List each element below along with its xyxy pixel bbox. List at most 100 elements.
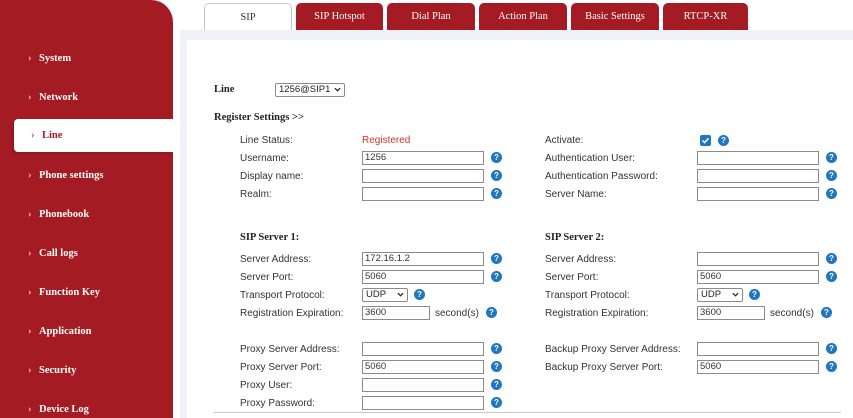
chevron-right-icon: › — [28, 248, 32, 259]
chevron-down-icon — [334, 87, 341, 92]
username-field[interactable]: 1256 — [362, 151, 484, 165]
sidebar-item-label: Line — [42, 130, 63, 141]
sidebar-item-phonebook[interactable]: › Phonebook — [0, 198, 173, 231]
sidebar-item-label: System — [39, 53, 72, 64]
tab-label: Action Plan — [498, 11, 548, 22]
help-icon[interactable]: ? — [749, 289, 760, 300]
tab-sip[interactable]: SIP — [204, 3, 292, 30]
proxy-password-field[interactable] — [362, 396, 484, 410]
sidebar-item-call-logs[interactable]: › Call logs — [0, 237, 173, 270]
sidebar-item-system[interactable]: › System — [0, 42, 173, 75]
tab-rtcp-xr[interactable]: RTCP-XR — [663, 3, 748, 30]
activate-label: Activate: — [545, 135, 584, 146]
help-icon[interactable]: ? — [486, 307, 497, 318]
sidebar-item-function-key[interactable]: › Function Key — [0, 276, 173, 309]
help-icon[interactable]: ? — [826, 253, 837, 264]
server-2-expiration-label: Registration Expiration: — [545, 308, 649, 319]
server-2-transport-label: Transport Protocol: — [545, 290, 630, 301]
server-2-address-label: Server Address: — [545, 254, 617, 265]
chevron-right-icon: › — [28, 287, 32, 298]
server-2-port-field[interactable]: 5060 — [697, 270, 819, 284]
help-icon[interactable]: ? — [826, 188, 837, 199]
activate-checkbox[interactable] — [700, 135, 711, 146]
proxy-port-field[interactable]: 5060 — [362, 360, 484, 374]
line-status-value: Registered — [362, 135, 411, 146]
line-label: Line — [214, 84, 235, 95]
tab-dial-plan[interactable]: Dial Plan — [387, 3, 475, 30]
help-icon[interactable]: ? — [826, 170, 837, 181]
chevron-down-icon — [732, 292, 739, 297]
chevron-right-icon: › — [28, 326, 32, 337]
help-icon[interactable]: ? — [491, 397, 502, 408]
server-2-address-field[interactable] — [697, 252, 819, 266]
sidebar-item-label: Device Log — [39, 404, 89, 415]
server-2-transport-select[interactable]: UDP — [697, 288, 743, 302]
tab-basic-settings[interactable]: Basic Settings — [571, 3, 659, 30]
proxy-address-label: Proxy Server Address: — [240, 344, 340, 355]
sip-server-1-heading: SIP Server 1: — [240, 232, 300, 243]
check-icon — [701, 137, 710, 144]
server-1-port-field[interactable]: 5060 — [362, 270, 484, 284]
auth-user-label: Authentication User: — [545, 153, 636, 164]
server-1-port-label: Server Port: — [240, 272, 294, 283]
backup-proxy-port-field[interactable]: 5060 — [697, 360, 819, 374]
tab-action-plan[interactable]: Action Plan — [479, 3, 567, 30]
line-select[interactable]: 1256@SIP1 — [275, 83, 345, 97]
server-1-expiration-unit: second(s) — [435, 308, 479, 319]
display-name-label: Display name: — [240, 171, 304, 182]
server-2-expiration-unit: second(s) — [770, 308, 814, 319]
register-settings-heading[interactable]: Register Settings >> — [214, 112, 304, 123]
sidebar-item-label: Security — [39, 365, 77, 376]
server-1-expiration-field[interactable]: 3600 — [362, 306, 430, 320]
help-icon[interactable]: ? — [821, 307, 832, 318]
help-icon[interactable]: ? — [491, 343, 502, 354]
help-icon[interactable]: ? — [491, 170, 502, 181]
backup-proxy-address-field[interactable] — [697, 342, 819, 356]
realm-field[interactable] — [362, 187, 484, 201]
help-icon[interactable]: ? — [718, 135, 729, 146]
auth-user-field[interactable] — [697, 151, 819, 165]
help-icon[interactable]: ? — [491, 152, 502, 163]
server-1-transport-label: Transport Protocol: — [240, 290, 325, 301]
server-name-field[interactable] — [697, 187, 819, 201]
sidebar: › System › Network › Line › Phone settings ›… — [0, 0, 173, 418]
tab-label: Dial Plan — [411, 11, 451, 22]
sidebar-item-line[interactable]: › Line — [14, 119, 173, 152]
chevron-right-icon: › — [28, 209, 32, 220]
help-icon[interactable]: ? — [826, 343, 837, 354]
proxy-address-field[interactable] — [362, 342, 484, 356]
sidebar-item-network[interactable]: › Network — [0, 81, 173, 114]
server-1-transport-select[interactable]: UDP — [362, 288, 408, 302]
sidebar-item-device-log[interactable]: › Device Log — [0, 393, 173, 418]
server-1-address-field[interactable]: 172.16.1.2 — [362, 252, 484, 266]
help-icon[interactable]: ? — [491, 271, 502, 282]
sidebar-item-label: Phone settings — [39, 170, 104, 181]
chevron-down-icon — [397, 292, 404, 297]
transport-value: UDP — [701, 289, 722, 300]
auth-password-field[interactable] — [697, 169, 819, 183]
server-2-port-label: Server Port: — [545, 272, 599, 283]
help-icon[interactable]: ? — [826, 152, 837, 163]
tab-label: SIP Hotspot — [314, 11, 365, 22]
tab-sip-hotspot[interactable]: SIP Hotspot — [296, 3, 383, 30]
sidebar-item-phone-settings[interactable]: › Phone settings — [0, 159, 173, 192]
sidebar-item-security[interactable]: › Security — [0, 354, 173, 387]
sidebar-item-label: Application — [39, 326, 92, 337]
help-icon[interactable]: ? — [491, 379, 502, 390]
help-icon[interactable]: ? — [491, 188, 502, 199]
sidebar-item-label: Network — [39, 92, 79, 103]
realm-label: Realm: — [240, 189, 272, 200]
server-2-expiration-field[interactable]: 3600 — [697, 306, 765, 320]
help-icon[interactable]: ? — [826, 361, 837, 372]
help-icon[interactable]: ? — [826, 271, 837, 282]
help-icon[interactable]: ? — [491, 361, 502, 372]
help-icon[interactable]: ? — [414, 289, 425, 300]
help-icon[interactable]: ? — [491, 253, 502, 264]
sidebar-item-application[interactable]: › Application — [0, 315, 173, 348]
chevron-right-icon: › — [28, 404, 32, 415]
display-name-field[interactable] — [362, 169, 484, 183]
chevron-right-icon: › — [28, 53, 32, 64]
proxy-user-field[interactable] — [362, 378, 484, 392]
sidebar-item-label: Phonebook — [39, 209, 90, 220]
tab-label: Basic Settings — [585, 11, 645, 22]
